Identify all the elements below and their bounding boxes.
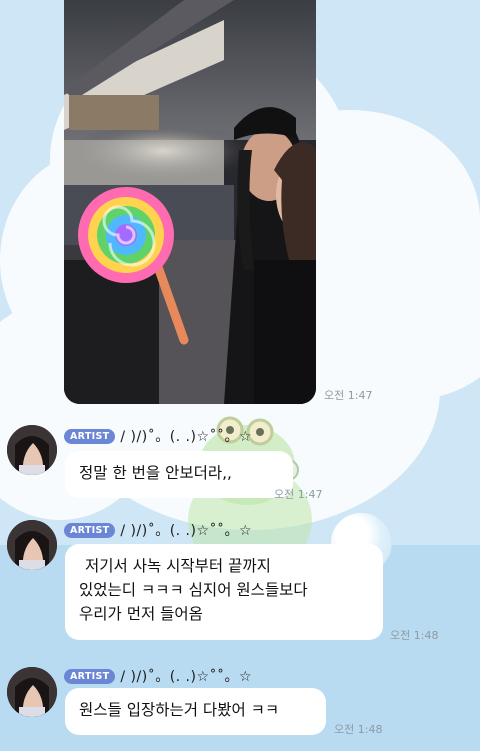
avatar[interactable] [7, 667, 57, 717]
message-timestamp: 오전 1:47 [274, 488, 323, 501]
message-bubble[interactable]: 정말 한 번을 안보더라,, [65, 451, 293, 498]
artist-badge: ARTIST [64, 428, 116, 444]
shared-photo[interactable] [64, 0, 316, 404]
sender-nickname: / )/)˚。(. .)☆˚˚。☆ [120, 669, 253, 685]
photo-content [64, 0, 316, 404]
message-line: 저기서 사녹 시작부터 끝까지 [85, 557, 271, 575]
avatar-image [7, 520, 57, 570]
message-line: 우리가 먼저 들어옴 [79, 605, 203, 623]
avatar[interactable] [7, 520, 57, 570]
message-timestamp: 오전 1:48 [390, 629, 439, 642]
artist-badge: ARTIST [64, 668, 116, 684]
photo-timestamp: 오전 1:47 [324, 389, 373, 402]
avatar[interactable] [7, 425, 57, 475]
sender-line: ARTIST / )/)˚。(. .)☆˚˚。☆ [64, 520, 252, 540]
artist-badge: ARTIST [64, 522, 116, 538]
message-bubble[interactable]: 저기서 사녹 시작부터 끝까지 있었는디 ㅋㅋㅋ 심지어 원스들보다 우리가 먼… [65, 544, 383, 640]
sender-nickname: / )/)˚。(. .)☆˚˚。☆ [120, 429, 253, 445]
avatar-image [7, 425, 57, 475]
message-timestamp: 오전 1:48 [334, 723, 383, 736]
avatar-image [7, 667, 57, 717]
sender-nickname: / )/)˚。(. .)☆˚˚。☆ [120, 523, 253, 539]
message-bubble[interactable]: 원스들 입장하는거 다봤어 ㅋㅋ [65, 688, 326, 735]
sender-line: ARTIST / )/)˚。(. .)☆˚˚。☆ [64, 666, 252, 686]
sender-line: ARTIST / )/)˚。(. .)☆˚˚。☆ [64, 426, 252, 446]
message-text: 정말 한 번을 안보더라,, [79, 464, 232, 482]
message-line: 있었는디 ㅋㅋㅋ 심지어 원스들보다 [79, 581, 308, 599]
message-text: 원스들 입장하는거 다봤어 ㅋㅋ [79, 701, 280, 719]
